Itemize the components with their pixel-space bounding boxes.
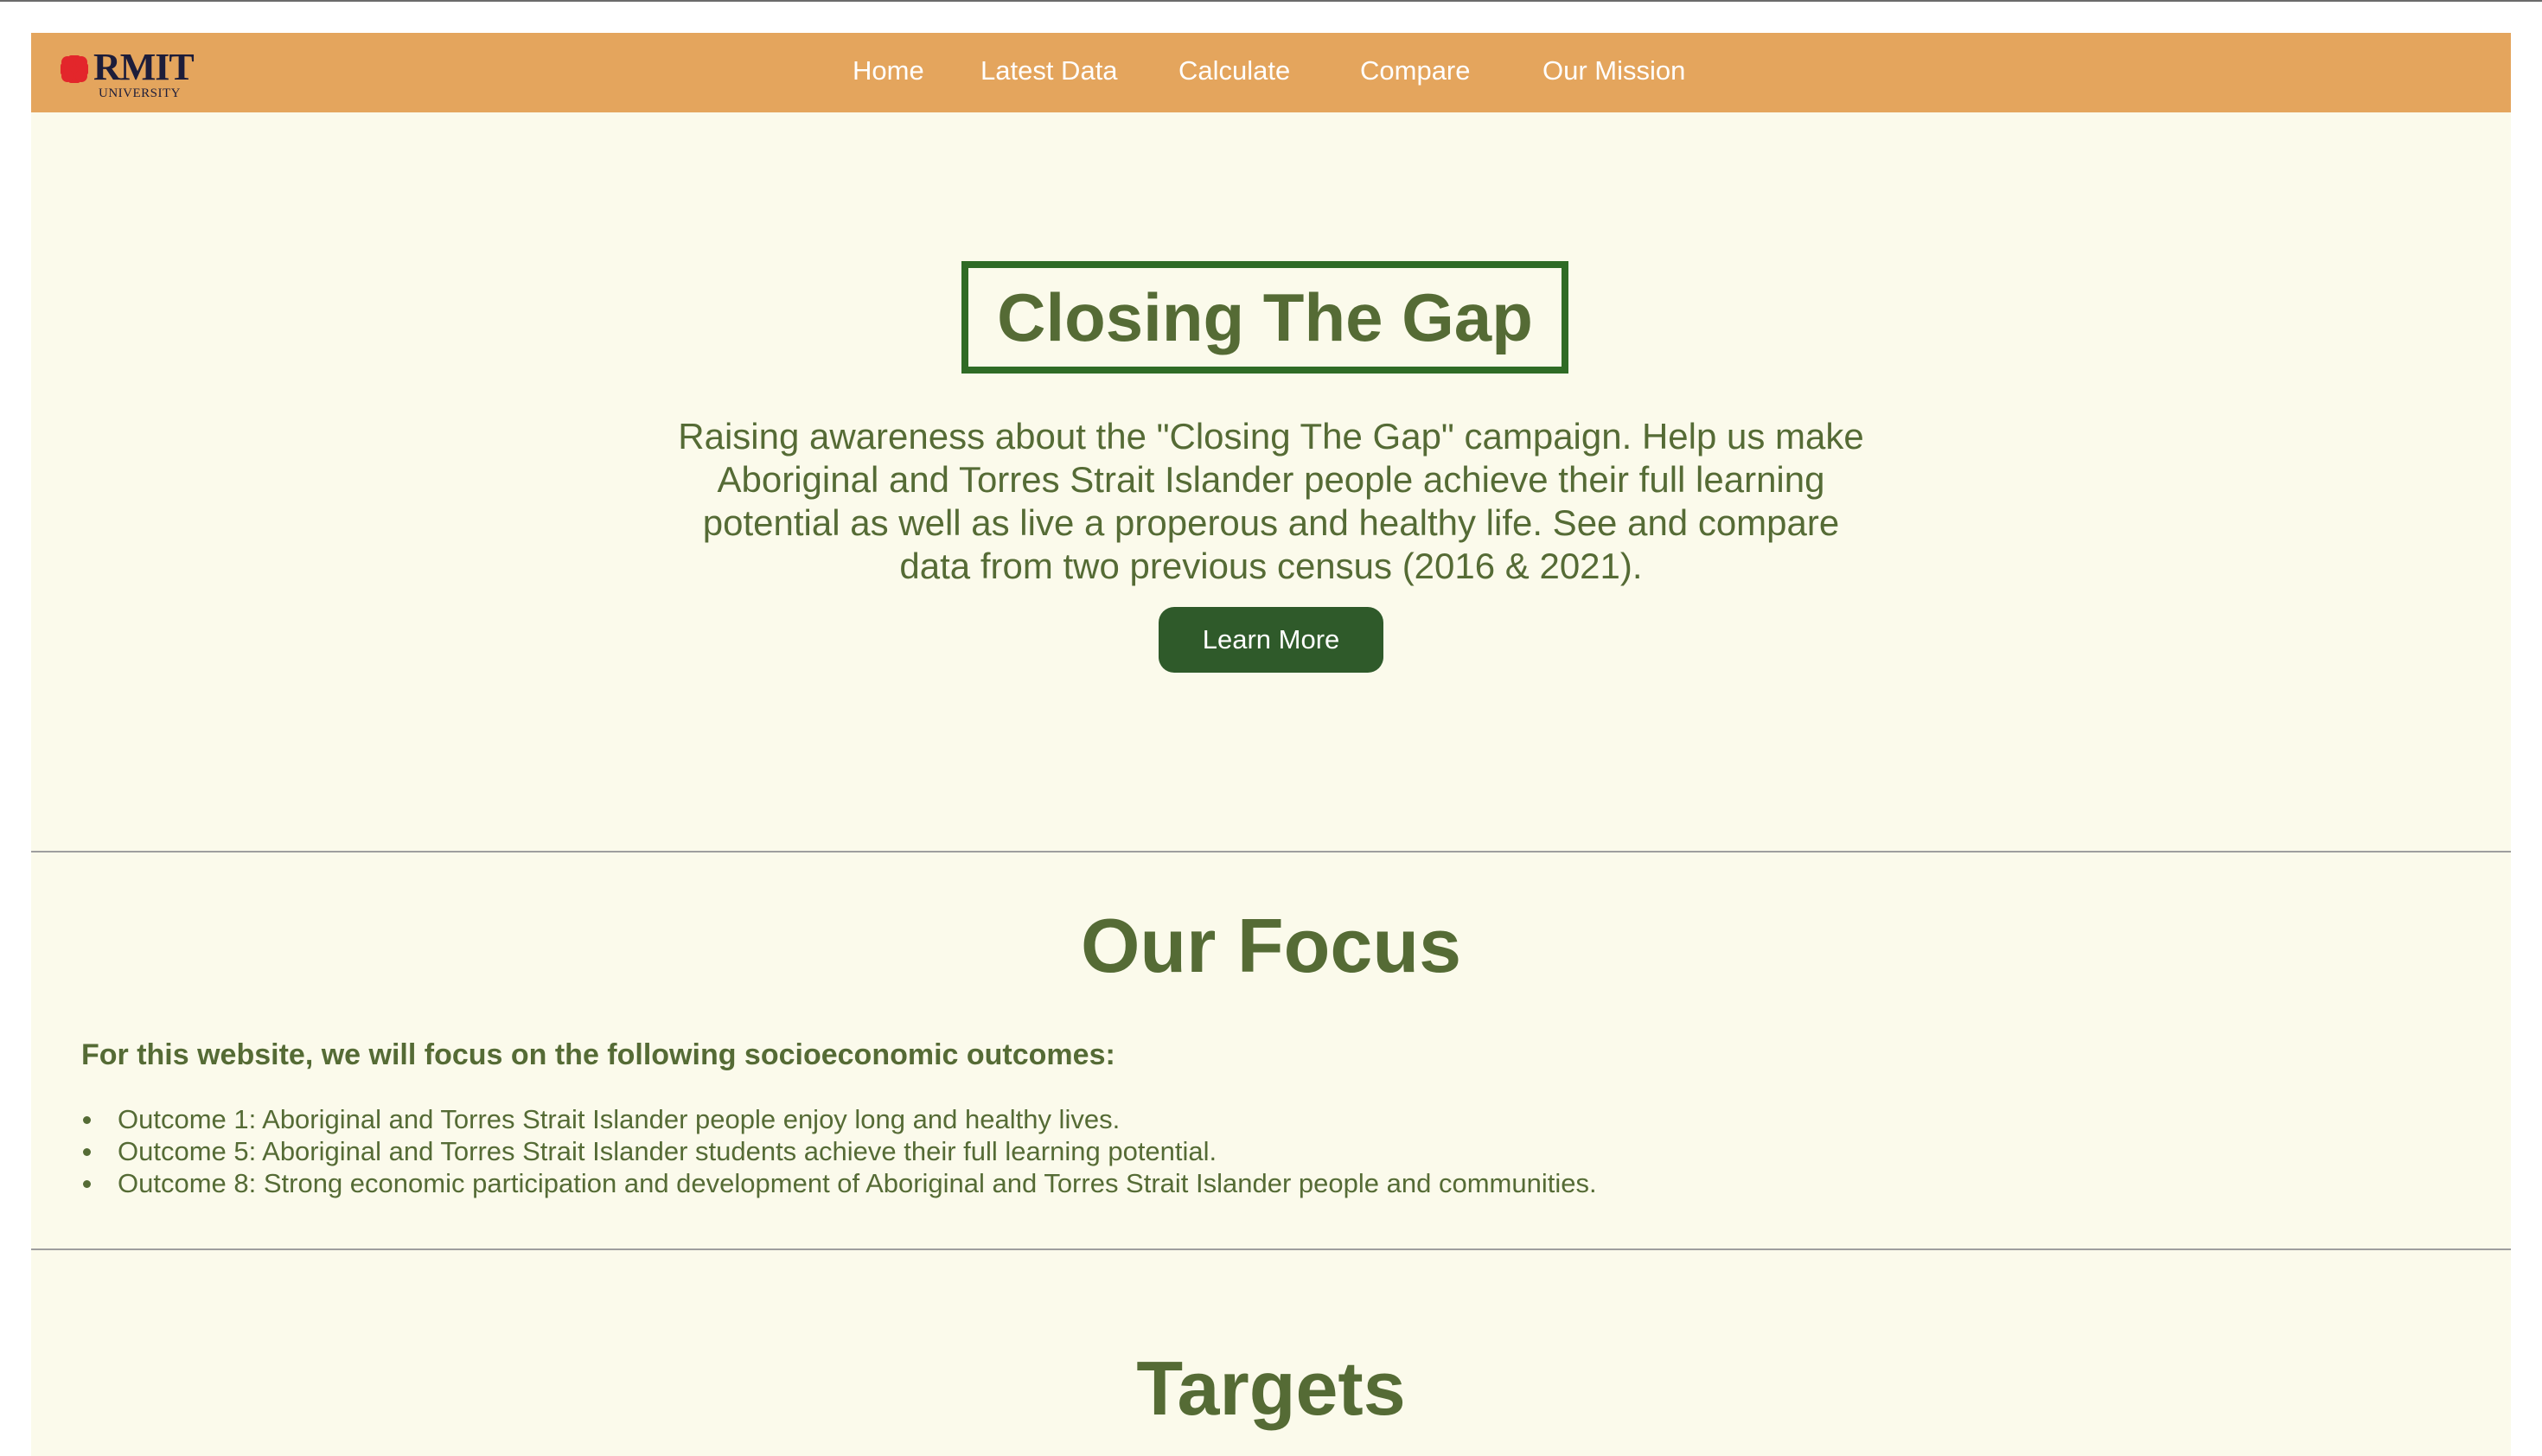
outcome-text: Outcome 1: Aboriginal and Torres Strait … (118, 1104, 1121, 1134)
logo-text: RMIT (93, 46, 195, 88)
list-item: Outcome 5: Aboriginal and Torres Strait … (81, 1135, 1597, 1167)
bullet-icon (83, 1180, 91, 1188)
page: RMIT UNIVERSITY Home Latest Data Calcula… (31, 33, 2511, 1456)
bullet-icon (83, 1116, 91, 1124)
list-item: Outcome 1: Aboriginal and Torres Strait … (81, 1103, 1597, 1135)
rmit-logo[interactable]: RMIT UNIVERSITY (57, 45, 195, 100)
hero-title-frame: Closing The Gap (961, 261, 1568, 374)
outcome-text: Outcome 5: Aboriginal and Torres Strait … (118, 1136, 1217, 1166)
list-item: Outcome 8: Strong economic participation… (81, 1167, 1597, 1199)
section-divider (31, 1248, 2511, 1250)
section-divider (31, 851, 2511, 853)
rmit-logo-mark-icon (61, 55, 88, 83)
navbar: RMIT UNIVERSITY Home Latest Data Calcula… (31, 33, 2511, 112)
nav-link-calculate[interactable]: Calculate (1178, 54, 1290, 88)
targets-heading: Targets (1136, 1345, 1406, 1431)
nav-link-compare[interactable]: Compare (1360, 54, 1471, 88)
learn-more-button[interactable]: Learn More (1159, 607, 1383, 673)
nav-link-home[interactable]: Home (853, 54, 924, 88)
outcomes-list: Outcome 1: Aboriginal and Torres Strait … (81, 1103, 1597, 1199)
focus-intro: For this website, we will focus on the f… (81, 1038, 1115, 1071)
focus-heading: Our Focus (1080, 903, 1462, 988)
logo-subtext: UNIVERSITY (99, 86, 181, 100)
hero-description: Raising awareness about the "Closing The… (678, 416, 1864, 586)
outcome-text: Outcome 8: Strong economic participation… (118, 1168, 1597, 1198)
bullet-icon (83, 1148, 91, 1156)
nav-link-latest-data[interactable]: Latest Data (980, 54, 1118, 88)
window-top-rule (0, 0, 2542, 2)
hero-title: Closing The Gap (997, 279, 1533, 355)
nav-link-our-mission[interactable]: Our Mission (1542, 54, 1685, 88)
